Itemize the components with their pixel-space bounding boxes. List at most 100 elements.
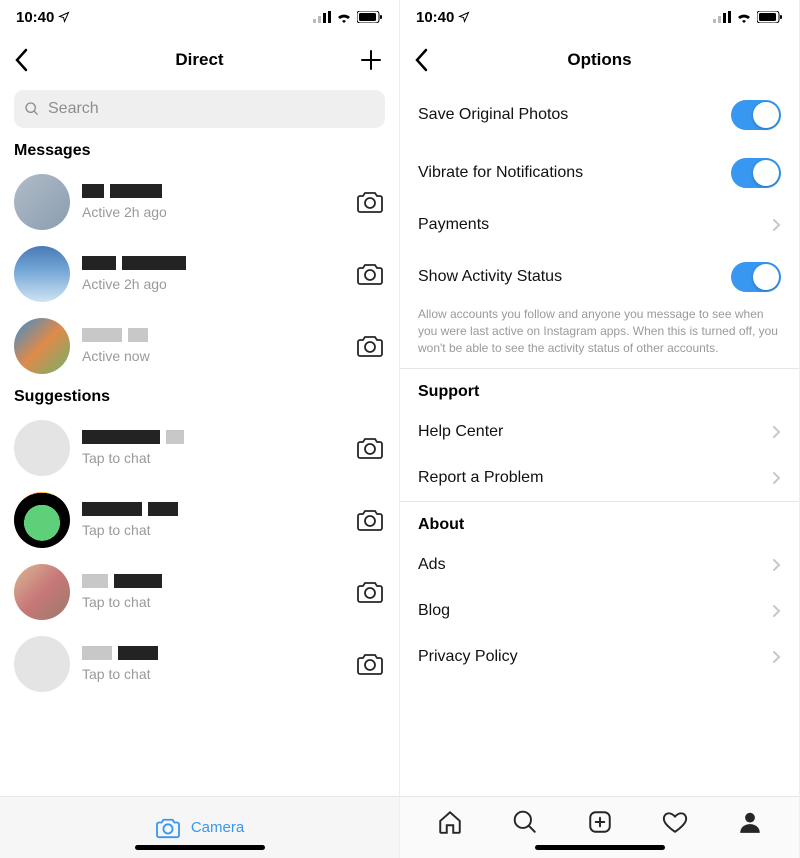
setting-label: Vibrate for Notifications bbox=[418, 164, 583, 182]
chat-name bbox=[82, 184, 343, 200]
chat-status: Active now bbox=[82, 348, 343, 364]
setting-label: Help Center bbox=[418, 423, 503, 441]
chevron-right-icon bbox=[772, 425, 781, 439]
camera-button[interactable] bbox=[355, 506, 385, 534]
avatar bbox=[14, 318, 70, 374]
avatar bbox=[14, 492, 70, 548]
home-indicator[interactable] bbox=[135, 845, 265, 850]
chat-name bbox=[82, 328, 343, 344]
camera-button[interactable] bbox=[355, 434, 385, 462]
wifi-icon bbox=[736, 11, 752, 23]
nav-header: Direct bbox=[0, 34, 399, 86]
about-header: About bbox=[400, 501, 799, 542]
status-time: 10:40 bbox=[416, 9, 454, 26]
setting-vibrate[interactable]: Vibrate for Notifications bbox=[400, 144, 799, 202]
location-icon bbox=[458, 11, 470, 23]
setting-label: Save Original Photos bbox=[418, 106, 568, 124]
setting-label: Privacy Policy bbox=[418, 648, 518, 666]
suggestion-row[interactable]: Tap to chat bbox=[0, 484, 399, 556]
chevron-right-icon bbox=[772, 218, 781, 232]
setting-label: Ads bbox=[418, 556, 446, 574]
camera-button[interactable] bbox=[355, 578, 385, 606]
location-icon bbox=[58, 11, 70, 23]
status-time: 10:40 bbox=[16, 9, 54, 26]
chat-row[interactable]: Active now bbox=[0, 310, 399, 382]
setting-privacy[interactable]: Privacy Policy bbox=[400, 634, 799, 680]
page-title: Direct bbox=[175, 50, 223, 70]
wifi-icon bbox=[336, 11, 352, 23]
battery-icon bbox=[357, 11, 383, 23]
chat-status: Tap to chat bbox=[82, 450, 343, 466]
chat-name bbox=[82, 646, 343, 662]
chat-row[interactable]: Active 2h ago bbox=[0, 166, 399, 238]
camera-button[interactable] bbox=[355, 332, 385, 360]
avatar bbox=[14, 636, 70, 692]
nav-header: Options bbox=[400, 34, 799, 86]
setting-label: Report a Problem bbox=[418, 469, 543, 487]
setting-report-problem[interactable]: Report a Problem bbox=[400, 455, 799, 501]
status-bar: 10:40 bbox=[400, 0, 799, 34]
chat-status: Tap to chat bbox=[82, 522, 343, 538]
avatar bbox=[14, 564, 70, 620]
chat-name bbox=[82, 256, 343, 272]
chat-name bbox=[82, 430, 343, 446]
suggestions-header: Suggestions bbox=[0, 382, 399, 412]
search-icon bbox=[24, 101, 40, 117]
avatar bbox=[14, 174, 70, 230]
camera-icon bbox=[155, 817, 181, 839]
messages-header: Messages bbox=[0, 136, 399, 166]
avatar bbox=[14, 420, 70, 476]
page-title: Options bbox=[567, 50, 631, 70]
activity-description: Allow accounts you follow and anyone you… bbox=[400, 306, 799, 368]
chevron-right-icon bbox=[772, 471, 781, 485]
status-bar: 10:40 bbox=[0, 0, 399, 34]
setting-blog[interactable]: Blog bbox=[400, 588, 799, 634]
suggestion-row[interactable]: Tap to chat bbox=[0, 412, 399, 484]
setting-label: Blog bbox=[418, 602, 450, 620]
cellular-icon bbox=[313, 11, 331, 23]
search-field[interactable] bbox=[14, 90, 385, 128]
toggle-switch[interactable] bbox=[731, 262, 781, 292]
back-button[interactable] bbox=[414, 48, 428, 72]
compose-button[interactable] bbox=[359, 48, 383, 72]
setting-help-center[interactable]: Help Center bbox=[400, 409, 799, 455]
chevron-right-icon bbox=[772, 558, 781, 572]
cellular-icon bbox=[713, 11, 731, 23]
setting-label: Show Activity Status bbox=[418, 268, 562, 286]
battery-icon bbox=[757, 11, 783, 23]
camera-label: Camera bbox=[191, 819, 244, 836]
chat-name bbox=[82, 574, 343, 590]
toggle-switch[interactable] bbox=[731, 100, 781, 130]
setting-label: Payments bbox=[418, 216, 489, 234]
chat-status: Tap to chat bbox=[82, 594, 343, 610]
chat-name bbox=[82, 502, 343, 518]
tab-create[interactable] bbox=[581, 803, 619, 841]
chat-status: Active 2h ago bbox=[82, 204, 343, 220]
camera-button[interactable] bbox=[355, 188, 385, 216]
tab-home[interactable] bbox=[431, 803, 469, 841]
options-screen: 10:40 Options Save Original Photos bbox=[400, 0, 800, 858]
support-header: Support bbox=[400, 368, 799, 409]
toggle-switch[interactable] bbox=[731, 158, 781, 188]
suggestion-row[interactable]: Tap to chat bbox=[0, 628, 399, 700]
tab-activity[interactable] bbox=[656, 803, 694, 841]
back-button[interactable] bbox=[14, 48, 28, 72]
chevron-right-icon bbox=[772, 650, 781, 664]
suggestion-row[interactable]: Tap to chat bbox=[0, 556, 399, 628]
tab-search[interactable] bbox=[506, 803, 544, 841]
chat-status: Tap to chat bbox=[82, 666, 343, 682]
setting-activity-status[interactable]: Show Activity Status bbox=[400, 248, 799, 306]
setting-payments[interactable]: Payments bbox=[400, 202, 799, 248]
tab-profile[interactable] bbox=[731, 803, 769, 841]
chat-status: Active 2h ago bbox=[82, 276, 343, 292]
avatar bbox=[14, 246, 70, 302]
setting-ads[interactable]: Ads bbox=[400, 542, 799, 588]
home-indicator[interactable] bbox=[535, 845, 665, 850]
chat-row[interactable]: Active 2h ago bbox=[0, 238, 399, 310]
setting-save-photos[interactable]: Save Original Photos bbox=[400, 86, 799, 144]
chevron-right-icon bbox=[772, 604, 781, 618]
search-input[interactable] bbox=[48, 100, 375, 118]
camera-button[interactable] bbox=[355, 260, 385, 288]
camera-button[interactable] bbox=[355, 650, 385, 678]
direct-screen: 10:40 Direct bbox=[0, 0, 400, 858]
